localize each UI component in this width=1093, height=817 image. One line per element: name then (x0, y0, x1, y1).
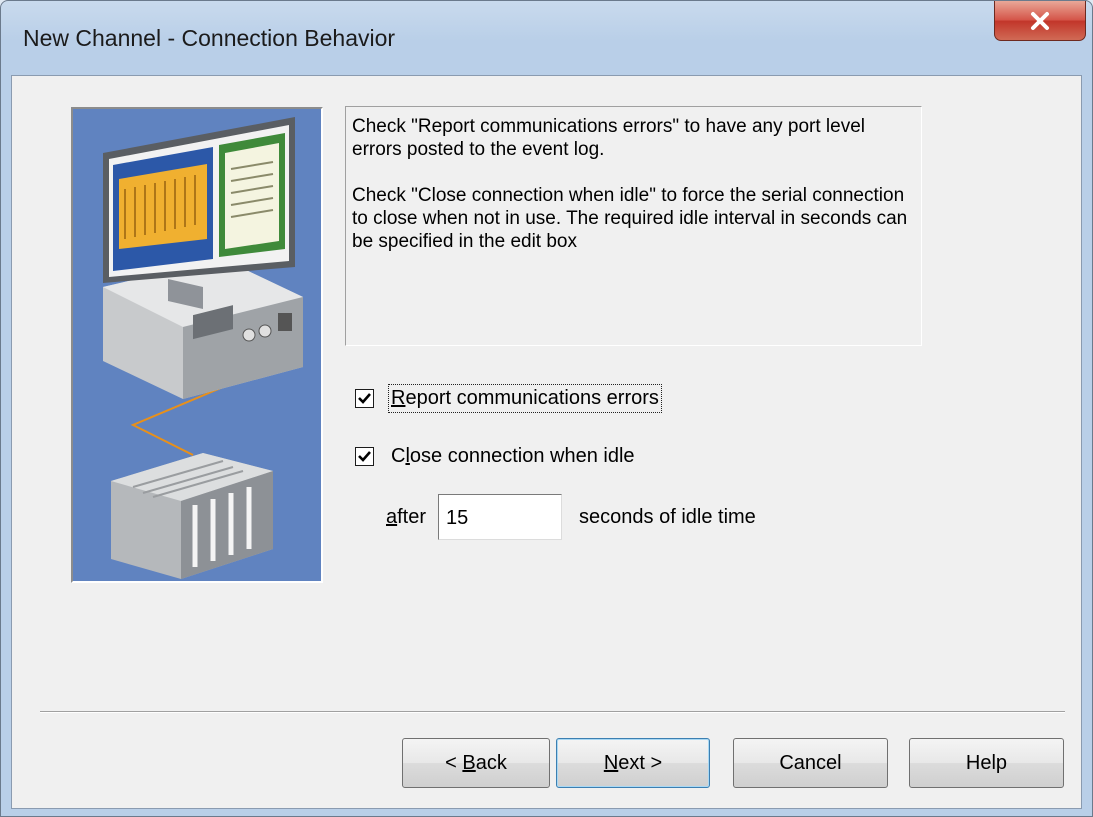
wizard-illustration (71, 107, 323, 583)
after-label: after (386, 505, 427, 528)
description-paragraph-2: Check "Close connection when idle" to fo… (352, 185, 908, 252)
help-button[interactable]: Help (909, 738, 1064, 788)
dialog-client-area: Check "Report communications errors" to … (11, 75, 1082, 809)
description-box: Check "Report communications errors" to … (345, 106, 922, 346)
report-errors-label[interactable]: Report communications errors (388, 384, 662, 413)
window-title: New Channel - Connection Behavior (23, 25, 396, 51)
computer-plc-illustration-icon (103, 117, 303, 579)
idle-seconds-input[interactable] (438, 494, 563, 540)
title-bar[interactable]: New Channel - Connection Behavior (1, 1, 1092, 75)
report-errors-checkbox[interactable] (355, 389, 374, 408)
close-button[interactable] (994, 1, 1086, 41)
report-errors-option[interactable]: Report communications errors (355, 384, 662, 413)
dialog-window: New Channel - Connection Behavior Check … (0, 0, 1093, 817)
checkmark-icon (358, 393, 371, 404)
back-button[interactable]: < Back (402, 738, 550, 788)
checkmark-icon (358, 451, 371, 462)
close-idle-label[interactable]: Close connection when idle (391, 445, 635, 468)
close-idle-checkbox[interactable] (355, 447, 374, 466)
description-paragraph-1: Check "Report communications errors" to … (352, 116, 865, 160)
cancel-button[interactable]: Cancel (733, 738, 888, 788)
close-idle-option[interactable]: Close connection when idle (355, 445, 635, 468)
separator (40, 711, 1065, 713)
close-icon (1031, 11, 1049, 30)
next-button[interactable]: Next > (556, 738, 710, 788)
seconds-label: seconds of idle time (579, 505, 756, 528)
idle-interval-row: after seconds of idle time (386, 494, 756, 540)
